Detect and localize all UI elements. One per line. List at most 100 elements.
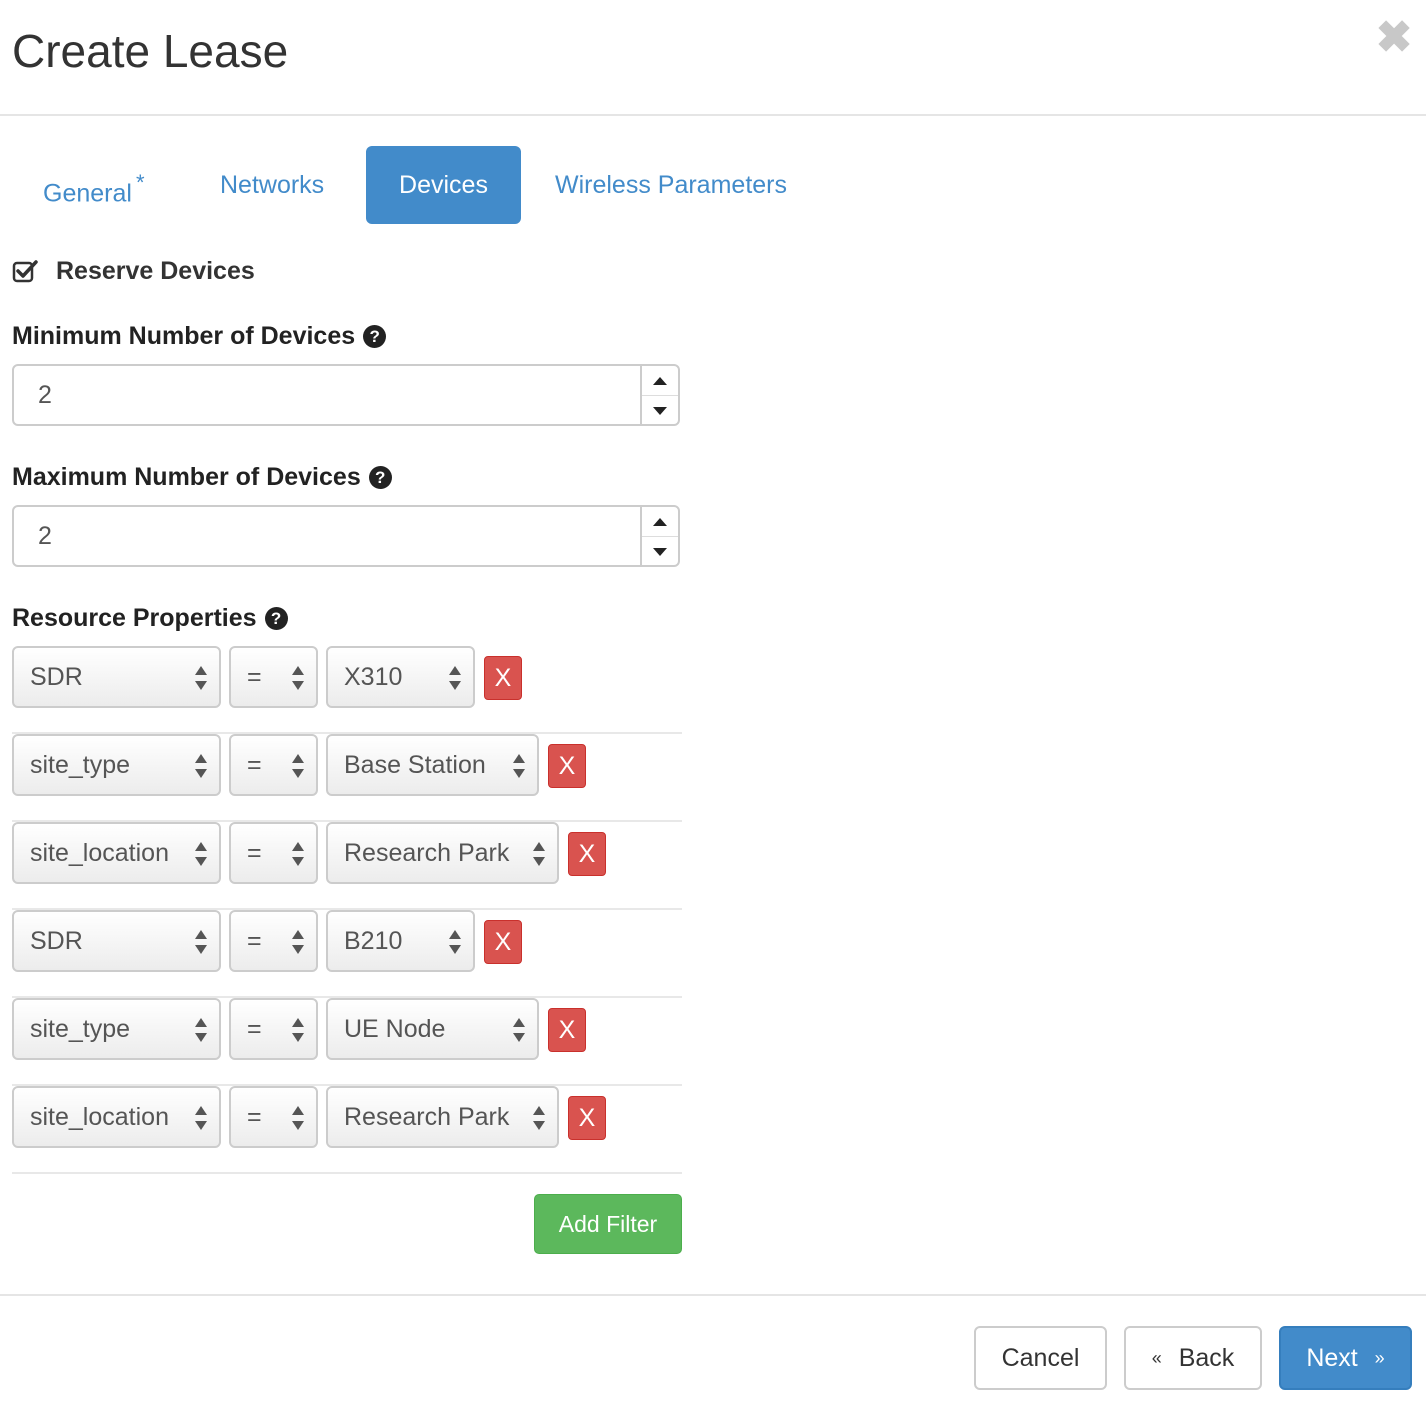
operator-select[interactable]: = [229,1086,318,1148]
back-label: Back [1178,1344,1235,1372]
select-arrows-icon [292,1106,304,1130]
select-arrows-icon [292,1018,304,1042]
modal-title: Create Lease [12,25,289,77]
operator-value: = [247,663,262,691]
value-value: Research Park [344,1103,510,1131]
double-chevron-right-icon: » [1374,1348,1385,1368]
select-arrows-icon [195,930,207,954]
remove-filter-button[interactable]: X [548,1008,586,1052]
resource-properties-label: Resource Properties [12,604,257,632]
next-label: Next [1306,1344,1358,1372]
property-select[interactable]: SDR [12,910,221,972]
value-value: Base Station [344,751,486,779]
property-select[interactable]: site_location [12,1086,221,1148]
property-select[interactable]: SDR [12,646,221,708]
value-select[interactable]: Base Station [326,734,539,796]
min-devices-label-row: Minimum Number of Devices ? [12,322,387,351]
tab-networks[interactable]: Networks [189,146,355,224]
select-arrows-icon [533,842,545,866]
caret-up-icon [653,517,667,526]
value-select[interactable]: Research Park [326,1086,559,1148]
cancel-label: Cancel [1001,1344,1080,1372]
caret-down-icon [653,547,667,556]
select-arrows-icon [195,1106,207,1130]
operator-select[interactable]: = [229,734,318,796]
min-devices-spinner [640,366,678,424]
value-select[interactable]: Research Park [326,822,559,884]
help-icon[interactable]: ? [363,325,387,348]
tab-wireless-parameters-label: Wireless Parameters [555,171,787,199]
resource-properties-label-row: Resource Properties ? [12,604,288,633]
close-icon[interactable]: ✖ [1376,16,1413,60]
operator-select[interactable]: = [229,822,318,884]
modal-footer-divider [0,1294,1426,1296]
select-arrows-icon [292,754,304,778]
property-value: site_location [30,839,169,867]
add-filter-button[interactable]: Add Filter [534,1194,682,1254]
max-devices-input[interactable]: 2 [12,505,680,567]
select-arrows-icon [292,842,304,866]
property-select[interactable]: site_type [12,998,221,1060]
property-value: site_type [30,751,131,779]
tab-general[interactable]: General * [12,146,176,224]
property-select[interactable]: site_location [12,822,221,884]
select-arrows-icon [449,930,461,954]
remove-filter-button[interactable]: X [568,1096,606,1140]
select-arrows-icon [533,1106,545,1130]
filter-row: site_location = Research Park X [12,1086,682,1174]
filter-row: SDR = B210 X [12,910,682,998]
remove-filter-button[interactable]: X [484,920,522,964]
select-arrows-icon [195,1018,207,1042]
min-devices-input[interactable]: 2 [12,364,680,426]
operator-select[interactable]: = [229,910,318,972]
help-icon[interactable]: ? [264,607,288,630]
operator-value: = [247,927,262,955]
cancel-button[interactable]: Cancel [974,1326,1107,1390]
operator-value: = [247,1015,262,1043]
value-select[interactable]: X310 [326,646,475,708]
caret-down-icon [653,406,667,415]
max-devices-label: Maximum Number of Devices [12,463,361,491]
select-arrows-icon [195,666,207,690]
tab-wireless-parameters[interactable]: Wireless Parameters [524,146,818,224]
select-arrows-icon [195,754,207,778]
value-value: X310 [344,663,403,691]
decrement-button[interactable] [642,537,678,566]
reserve-devices-label: Reserve Devices [56,256,255,285]
operator-select[interactable]: = [229,646,318,708]
property-select[interactable]: site_type [12,734,221,796]
back-button[interactable]: « Back [1124,1326,1262,1390]
select-arrows-icon [292,666,304,690]
tab-devices-label: Devices [399,171,488,199]
operator-value: = [247,1103,262,1131]
filter-row: site_location = Research Park X [12,822,682,910]
remove-filter-button[interactable]: X [548,744,586,788]
decrement-button[interactable] [642,396,678,425]
tab-devices[interactable]: Devices [366,146,521,224]
property-value: SDR [30,927,83,955]
help-icon[interactable]: ? [368,466,392,489]
next-button[interactable]: Next » [1279,1326,1412,1390]
min-devices-value: 2 [38,381,52,409]
select-arrows-icon [449,666,461,690]
modal-header: Create Lease ✖ [0,0,1426,116]
filter-row: SDR = X310 X [12,646,682,734]
operator-value: = [247,751,262,779]
value-select[interactable]: UE Node [326,998,539,1060]
remove-filter-button[interactable]: X [568,832,606,876]
required-asterisk: * [135,170,145,195]
min-devices-label: Minimum Number of Devices [12,322,356,350]
property-value: site_location [30,1103,169,1131]
increment-button[interactable] [642,507,678,537]
filter-row: site_type = Base Station X [12,734,682,822]
reserve-devices-checkbox[interactable]: Reserve Devices [12,253,255,289]
filter-row: site_type = UE Node X [12,998,682,1086]
select-arrows-icon [195,842,207,866]
operator-select[interactable]: = [229,998,318,1060]
increment-button[interactable] [642,366,678,396]
remove-filter-button[interactable]: X [484,656,522,700]
value-select[interactable]: B210 [326,910,475,972]
double-chevron-left-icon: « [1151,1348,1162,1368]
caret-up-icon [653,376,667,385]
max-devices-value: 2 [38,522,52,550]
